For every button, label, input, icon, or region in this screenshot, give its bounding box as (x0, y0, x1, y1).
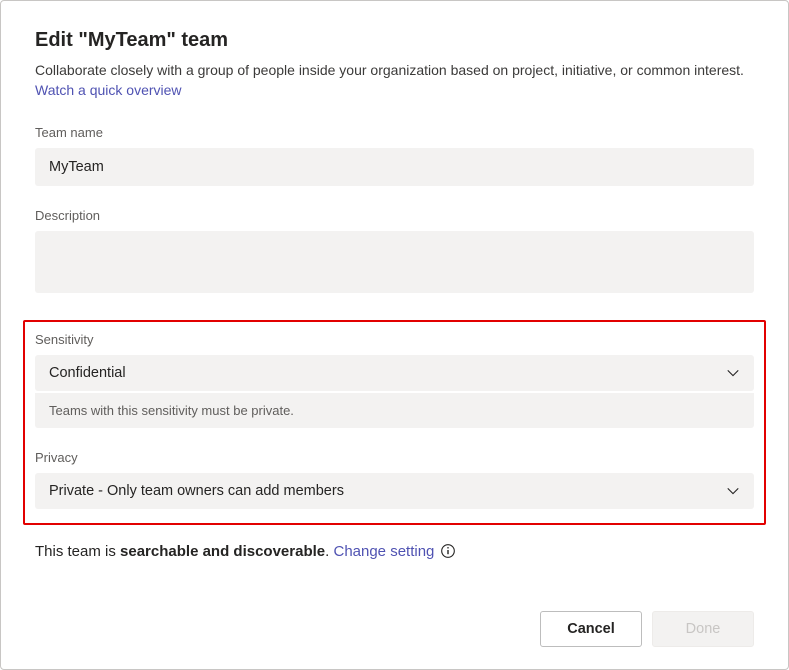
info-icon[interactable] (440, 543, 456, 559)
change-setting-link[interactable]: Change setting (333, 543, 434, 560)
description-label: Description (35, 208, 754, 223)
team-name-input[interactable] (35, 148, 754, 186)
privacy-value: Private - Only team owners can add membe… (49, 483, 344, 499)
highlighted-section: Sensitivity Confidential Teams with this… (23, 320, 766, 525)
team-name-label: Team name (35, 125, 754, 140)
discoverability-status: This team is searchable and discoverable… (35, 543, 754, 560)
status-prefix: This team is searchable and discoverable… (35, 543, 434, 560)
chevron-down-icon (726, 484, 740, 498)
status-bold: searchable and discoverable (120, 543, 325, 560)
dialog-footer: Cancel Done (540, 611, 754, 647)
sensitivity-value: Confidential (49, 365, 126, 381)
description-field: Description (35, 208, 754, 298)
sensitivity-dropdown[interactable]: Confidential (35, 355, 754, 391)
edit-team-dialog: Edit "MyTeam" team Collaborate closely w… (0, 0, 789, 670)
description-input[interactable] (35, 231, 754, 293)
privacy-label: Privacy (35, 450, 754, 465)
watch-overview-link[interactable]: Watch a quick overview (35, 82, 182, 98)
dialog-subtitle: Collaborate closely with a group of peop… (35, 60, 754, 101)
cancel-button[interactable]: Cancel (540, 611, 642, 647)
sensitivity-helper: Teams with this sensitivity must be priv… (35, 392, 754, 428)
team-name-field: Team name (35, 125, 754, 186)
privacy-dropdown[interactable]: Private - Only team owners can add membe… (35, 473, 754, 509)
dialog-title: Edit "MyTeam" team (35, 29, 754, 52)
done-button[interactable]: Done (652, 611, 754, 647)
privacy-field: Privacy Private - Only team owners can a… (35, 450, 754, 509)
sensitivity-field: Sensitivity Confidential Teams with this… (35, 332, 754, 428)
sensitivity-label: Sensitivity (35, 332, 754, 347)
chevron-down-icon (726, 366, 740, 380)
subtitle-text: Collaborate closely with a group of peop… (35, 62, 744, 78)
